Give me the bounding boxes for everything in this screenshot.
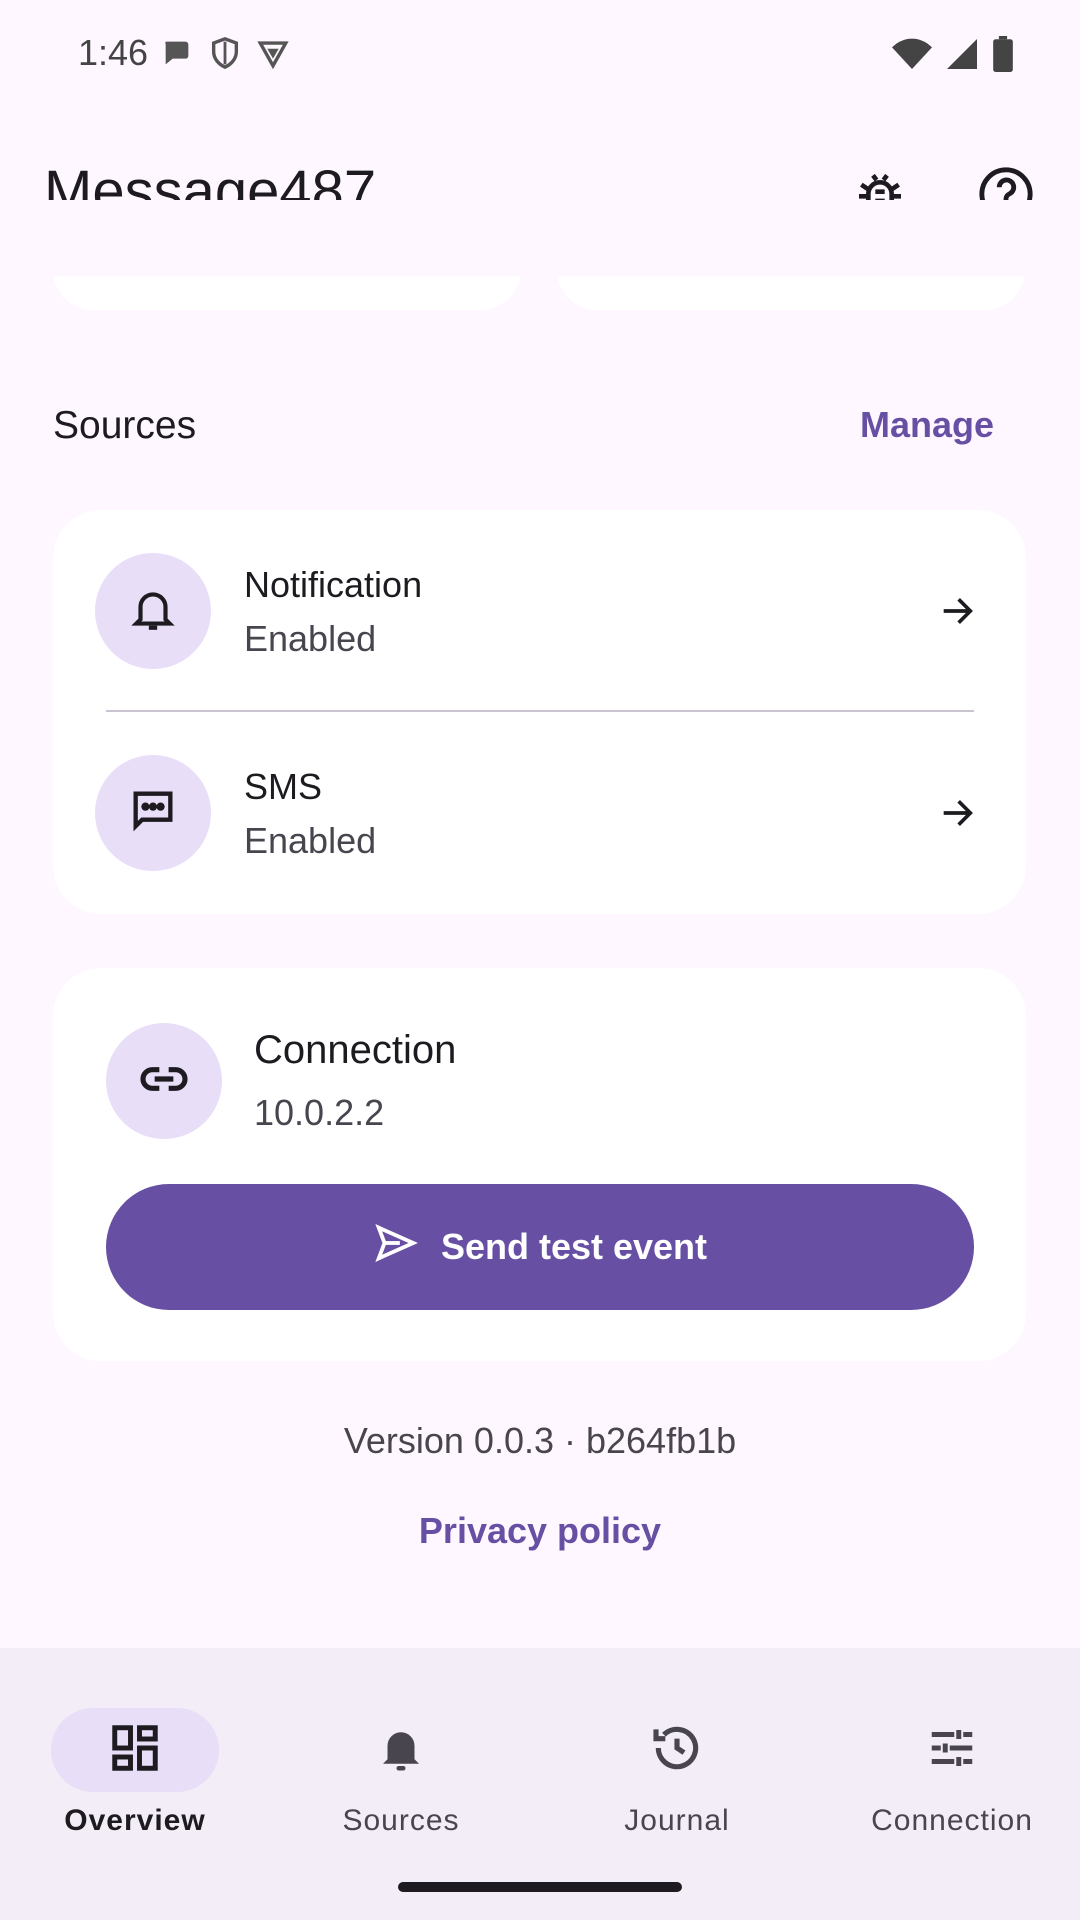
sources-card: Notification Enabled SMS Enabled (53, 510, 1026, 914)
send-icon (373, 1220, 419, 1275)
connection-title: Connection (254, 1028, 457, 1072)
nav-item-overview[interactable]: Overview (0, 1678, 270, 1838)
status-time: 1:46 (78, 32, 149, 73)
nav-label: Journal (624, 1804, 730, 1837)
partial-card-right (557, 270, 1025, 310)
chat-bubble-icon (160, 36, 194, 75)
source-item-sms[interactable]: SMS Enabled (53, 738, 1026, 888)
gesture-handle[interactable] (398, 1882, 682, 1892)
nav-indicator (51, 1708, 219, 1792)
version-text: Version 0.0.3 · b264fb1b (343, 1420, 737, 1461)
connection-address: 10.0.2.2 (254, 1092, 385, 1133)
status-notification-icons (160, 36, 290, 75)
history-icon (649, 1720, 705, 1781)
tune-icon (925, 1721, 979, 1780)
connection-avatar (106, 1023, 222, 1139)
sms-avatar (95, 755, 211, 871)
send-test-event-label: Send test event (440, 1226, 708, 1267)
bell-icon (374, 1721, 428, 1780)
sources-section-title: Sources (53, 404, 197, 447)
dashboard-icon (108, 1721, 162, 1780)
status-bar: 1:46 (0, 0, 1080, 110)
nav-label: Sources (342, 1804, 460, 1837)
divider (106, 710, 974, 712)
cellular-signal-icon (944, 36, 980, 77)
shield-icon (208, 36, 242, 75)
sms-icon (127, 785, 179, 842)
nav-label: Overview (64, 1804, 206, 1837)
nav-item-connection[interactable]: Connection (817, 1678, 1080, 1838)
nav-item-sources[interactable]: Sources (266, 1678, 536, 1838)
source-title: Notification (244, 564, 423, 605)
notification-avatar (95, 553, 211, 669)
vpn-icon (256, 36, 290, 75)
manage-sources-button[interactable]: Manage (860, 404, 994, 446)
link-icon (136, 1051, 192, 1112)
connection-card: Connection 10.0.2.2 Send test event (53, 968, 1026, 1361)
wifi-icon (892, 36, 932, 77)
bottom-navigation: Overview Sources Journal Connection (0, 1648, 1080, 1920)
partial-card-left (53, 270, 521, 310)
arrow-right-icon (933, 587, 981, 635)
arrow-right-icon (933, 789, 981, 837)
app-bar-background (0, 200, 1080, 276)
source-status: Enabled (244, 820, 377, 861)
bell-icon (128, 584, 178, 639)
nav-item-journal[interactable]: Journal (542, 1678, 812, 1838)
privacy-policy-link[interactable]: Privacy policy (0, 1510, 1080, 1552)
nav-indicator (317, 1708, 485, 1792)
nav-indicator (868, 1708, 1036, 1792)
status-system-icons (892, 36, 1014, 77)
nav-indicator (593, 1708, 761, 1792)
source-item-notification[interactable]: Notification Enabled (53, 536, 1026, 686)
nav-label: Connection (871, 1804, 1033, 1837)
source-status: Enabled (244, 618, 377, 659)
send-test-event-button[interactable]: Send test event (106, 1184, 974, 1310)
source-title: SMS (244, 766, 323, 807)
battery-icon (992, 36, 1014, 77)
